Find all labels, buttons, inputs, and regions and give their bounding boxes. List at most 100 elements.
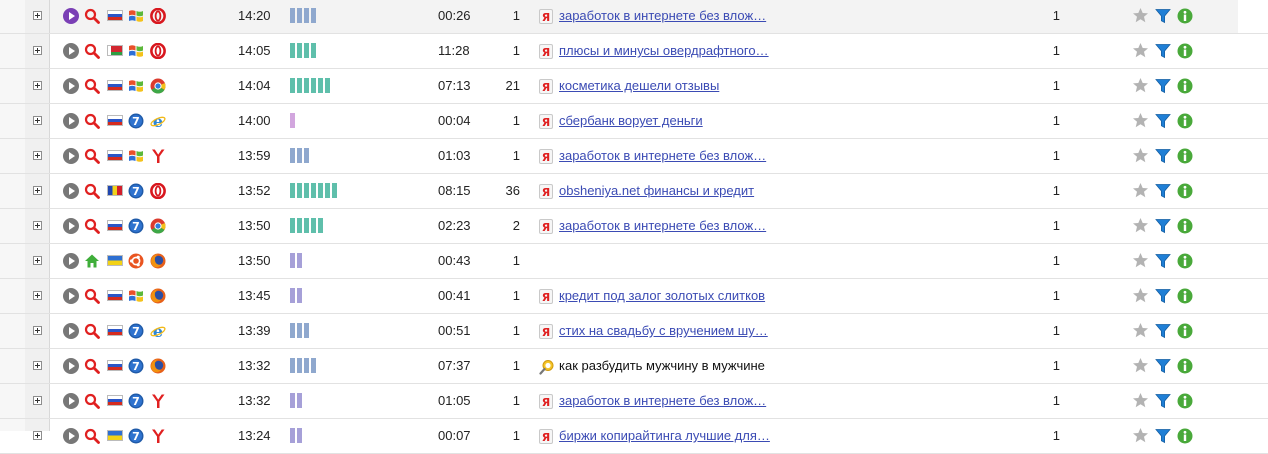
info-icon[interactable] (1177, 183, 1193, 199)
filter-icon[interactable] (1155, 358, 1171, 374)
search-query-link[interactable]: кредит под залог золотых слитков (559, 288, 765, 303)
depth-bars (290, 323, 309, 338)
search-query-link[interactable]: заработок в интернете без влож… (559, 8, 766, 23)
visit-time: 13:45 (238, 288, 271, 303)
filter-icon[interactable] (1155, 393, 1171, 409)
visit-time: 13:32 (238, 358, 271, 373)
yandex-icon: Я (539, 44, 553, 59)
search-query-link[interactable]: плюсы и минусы овердрафтного… (559, 43, 769, 58)
filter-icon[interactable] (1155, 288, 1171, 304)
star-icon[interactable] (1132, 182, 1149, 199)
expand-row-button[interactable] (33, 291, 42, 300)
search-query-link[interactable]: obsheniya.net финансы и кредит (559, 183, 754, 198)
star-icon[interactable] (1132, 77, 1149, 94)
play-visit-button[interactable] (63, 8, 79, 24)
info-icon[interactable] (1177, 218, 1193, 234)
info-icon[interactable] (1177, 288, 1193, 304)
expand-row-button[interactable] (33, 221, 42, 230)
filter-icon[interactable] (1155, 183, 1171, 199)
search-query-link[interactable]: сбербанк ворует деньги (559, 113, 703, 128)
svg-text:Я: Я (542, 221, 550, 234)
play-visit-button[interactable] (63, 148, 79, 164)
visit-duration: 02:23 (438, 218, 471, 233)
depth-bars (290, 78, 330, 93)
search-query-link[interactable]: стих на свадьбу с вручением шу… (559, 323, 768, 338)
visit-count: 1 (1052, 78, 1060, 93)
star-icon[interactable] (1132, 147, 1149, 164)
info-icon[interactable] (1177, 428, 1193, 444)
star-icon[interactable] (1132, 357, 1149, 374)
search-query-link[interactable]: биржи копирайтинга лучшие для… (559, 428, 770, 443)
visit-time: 14:05 (238, 43, 271, 58)
filter-icon[interactable] (1155, 253, 1171, 269)
depth-bar (304, 183, 309, 198)
windows-7-icon: 7 (128, 113, 144, 129)
star-icon[interactable] (1132, 7, 1149, 24)
info-icon[interactable] (1177, 393, 1193, 409)
windows-xp-icon (128, 8, 144, 24)
star-icon[interactable] (1132, 287, 1149, 304)
depth-bar (290, 288, 295, 303)
visit-duration: 00:26 (438, 8, 471, 23)
expand-row-button[interactable] (33, 116, 42, 125)
info-icon[interactable] (1177, 113, 1193, 129)
search-query-link[interactable]: косметика дешели отзывы (559, 78, 719, 93)
play-visit-button[interactable] (63, 43, 79, 59)
expand-row-button[interactable] (33, 11, 42, 20)
info-icon[interactable] (1177, 148, 1193, 164)
visit-count: 1 (1052, 428, 1060, 443)
filter-icon[interactable] (1155, 218, 1171, 234)
filter-icon[interactable] (1155, 113, 1171, 129)
info-icon[interactable] (1177, 8, 1193, 24)
star-icon[interactable] (1132, 42, 1149, 59)
yandex-icon: Я (539, 79, 553, 94)
filter-icon[interactable] (1155, 8, 1171, 24)
svg-text:Я: Я (542, 116, 550, 129)
search-query-link[interactable]: заработок в интернете без влож… (559, 218, 766, 233)
filter-icon[interactable] (1155, 428, 1171, 444)
play-visit-button[interactable] (63, 428, 79, 444)
filter-icon[interactable] (1155, 78, 1171, 94)
visit-time: 13:32 (238, 393, 271, 408)
play-visit-button[interactable] (63, 218, 79, 234)
play-visit-button[interactable] (63, 113, 79, 129)
expand-row-button[interactable] (33, 151, 42, 160)
depth-bar (290, 8, 295, 23)
expand-row-button[interactable] (33, 46, 42, 55)
expand-row-button[interactable] (33, 431, 42, 440)
expand-row-button[interactable] (33, 326, 42, 335)
expand-row-button[interactable] (33, 81, 42, 90)
filter-icon[interactable] (1155, 43, 1171, 59)
play-visit-button[interactable] (63, 183, 79, 199)
play-visit-button[interactable] (63, 288, 79, 304)
star-icon[interactable] (1132, 322, 1149, 339)
expand-row-button[interactable] (33, 396, 42, 405)
play-visit-button[interactable] (63, 323, 79, 339)
depth-bar (318, 218, 323, 233)
search-query-link[interactable]: заработок в интернете без влож… (559, 393, 766, 408)
info-icon[interactable] (1177, 78, 1193, 94)
star-icon[interactable] (1132, 217, 1149, 234)
filter-icon[interactable] (1155, 148, 1171, 164)
info-icon[interactable] (1177, 43, 1193, 59)
pageviews: 1 (512, 43, 520, 58)
info-icon[interactable] (1177, 253, 1193, 269)
expand-row-button[interactable] (33, 256, 42, 265)
play-visit-button[interactable] (63, 78, 79, 94)
filter-icon[interactable] (1155, 323, 1171, 339)
info-icon[interactable] (1177, 358, 1193, 374)
star-icon[interactable] (1132, 427, 1149, 444)
play-visit-button[interactable] (63, 358, 79, 374)
star-icon[interactable] (1132, 252, 1149, 269)
star-icon[interactable] (1132, 392, 1149, 409)
depth-bars (290, 148, 309, 163)
visit-duration: 00:51 (438, 323, 471, 338)
expand-row-button[interactable] (33, 186, 42, 195)
play-visit-button[interactable] (63, 253, 79, 269)
play-visit-button[interactable] (63, 393, 79, 409)
search-query-link[interactable]: заработок в интернете без влож… (559, 148, 766, 163)
expand-row-button[interactable] (33, 361, 42, 370)
info-icon[interactable] (1177, 323, 1193, 339)
yandex-icon: Я (539, 324, 553, 339)
star-icon[interactable] (1132, 112, 1149, 129)
